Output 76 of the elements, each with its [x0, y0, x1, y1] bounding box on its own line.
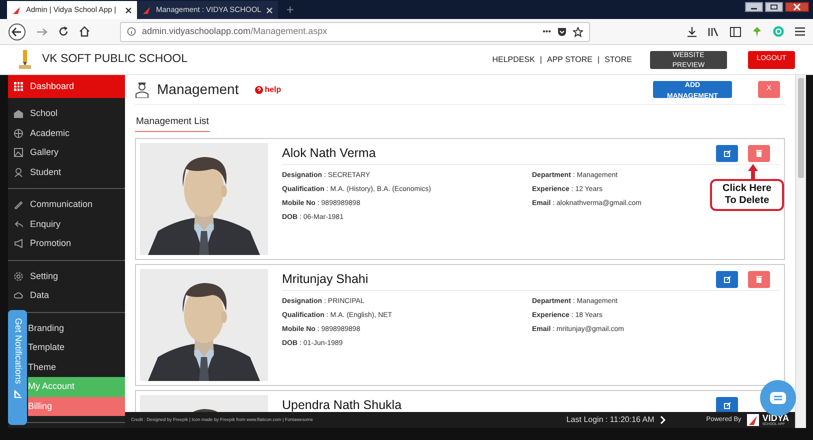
logo-name: VIDYA — [762, 414, 789, 423]
flame-icon — [12, 6, 21, 14]
member-name: Alok Nath Verma — [282, 145, 376, 162]
building-icon — [14, 109, 23, 118]
download-icon[interactable] — [687, 26, 697, 36]
edit-button[interactable] — [716, 145, 738, 162]
sidebar-icon[interactable] — [730, 26, 741, 36]
image-icon — [14, 148, 23, 158]
sidebar-item[interactable]: Gallery — [8, 143, 125, 162]
help-link[interactable]: help — [254, 84, 282, 96]
reply-arrow-icon — [14, 220, 23, 229]
person-icon — [14, 168, 23, 177]
header-link[interactable]: APP STORE — [547, 54, 592, 66]
edit-button[interactable] — [716, 397, 738, 412]
sidebar-item[interactable]: Dashboard — [8, 75, 125, 98]
message-icon — [770, 392, 786, 404]
restore-icon[interactable] — [765, 2, 783, 12]
member-name: Upendra Nath Shukla — [282, 397, 402, 412]
flame-logo-icon — [747, 414, 760, 426]
pen-icon — [14, 200, 23, 210]
info-icon — [127, 27, 136, 36]
separator-text: | — [540, 54, 542, 66]
new-tab-button[interactable]: + — [278, 0, 302, 20]
header-link[interactable]: HELPDESK — [492, 54, 535, 66]
globe-icon — [14, 128, 23, 138]
question-icon — [254, 86, 263, 94]
last-login-text: Last Login : 11:20:16 AM — [566, 414, 654, 426]
close-icon[interactable] — [125, 6, 132, 14]
delete-button[interactable] — [748, 271, 770, 288]
edit-button[interactable] — [716, 271, 738, 288]
shield-icon[interactable] — [557, 26, 567, 36]
trash-icon — [756, 276, 762, 284]
sidebar-item[interactable]: Template — [28, 338, 125, 358]
sidebar-item[interactable]: Theme — [28, 358, 125, 377]
header-link[interactable]: STORE — [604, 54, 632, 66]
callout-text: Click Here To Delete — [722, 183, 772, 206]
sidebar-item[interactable]: Data — [8, 286, 125, 306]
star-icon[interactable] — [573, 26, 583, 36]
separator-text: | — [598, 54, 600, 66]
sidebar-item[interactable]: Student — [8, 162, 125, 182]
minimize-icon[interactable] — [745, 2, 763, 12]
back-icon[interactable] — [8, 22, 26, 40]
more-button[interactable]: ••• — [542, 26, 551, 38]
reload-icon[interactable] — [58, 26, 69, 37]
edit-icon — [724, 276, 730, 284]
sidebar-item[interactable]: School — [8, 104, 125, 124]
home-icon[interactable] — [79, 26, 90, 37]
grid-icon — [14, 82, 23, 91]
forward-icon[interactable] — [36, 26, 48, 36]
flame-icon — [142, 6, 151, 14]
sidebar-item[interactable]: Promotion — [8, 234, 125, 254]
address-field[interactable]: admin.vidyaschoolapp.com/Management.aspx ••• — [120, 22, 590, 42]
close-icon[interactable] — [785, 2, 809, 12]
pencil-logo-icon — [18, 50, 32, 70]
delete-button[interactable] — [748, 145, 770, 162]
sidebar-item[interactable]: Branding — [28, 318, 125, 338]
school-name: VK SOFT PUBLIC SCHOOL — [42, 52, 188, 67]
page-title: Management — [157, 80, 239, 99]
officer-icon — [135, 82, 149, 98]
scrollbar[interactable] — [795, 75, 806, 428]
note-icon — [14, 390, 22, 398]
trash-icon — [756, 150, 762, 158]
library-icon[interactable] — [708, 26, 719, 36]
megaphone-icon — [14, 239, 23, 248]
edit-icon — [724, 150, 730, 158]
sidebar-item[interactable]: Communication — [8, 195, 125, 214]
menu-icon[interactable] — [795, 27, 805, 36]
sidebar-item[interactable]: Setting — [8, 266, 125, 286]
sidebar-item[interactable]: Academic — [8, 124, 125, 143]
section-heading: Management List — [135, 115, 210, 132]
member-name: Mritunjay Shahi — [282, 271, 368, 288]
gear-icon — [14, 272, 23, 281]
cloud-icon — [14, 291, 23, 300]
chevron-right-icon[interactable] — [660, 416, 666, 424]
sidebar-item[interactable]: Enquiry — [8, 214, 125, 234]
edit-icon — [724, 402, 730, 410]
